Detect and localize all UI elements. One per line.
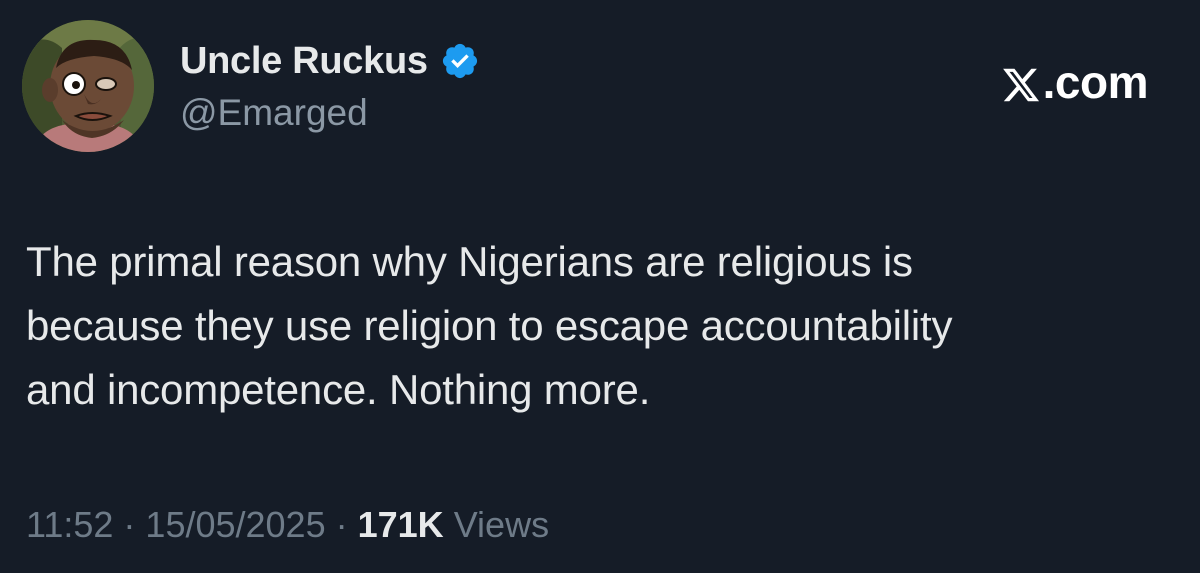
verified-badge-icon (440, 41, 480, 81)
tweet-time[interactable]: 11:52 (26, 504, 113, 545)
x-logo-icon (1001, 62, 1041, 102)
author-handle[interactable]: @Emarged (180, 92, 368, 134)
views-count: 171K (357, 504, 444, 545)
tweet-text-line: because they use religion to escape acco… (26, 302, 953, 349)
tweet-date[interactable]: 15/05/2025 (145, 504, 325, 545)
views-label: Views (453, 504, 550, 545)
brand-label: .com (1042, 56, 1149, 108)
tweet-meta: 11:52 · 15/05/2025 · 171K Views (26, 504, 549, 546)
tweet-text-line: The primal reason why Nigerians are reli… (26, 238, 913, 285)
brand-mark: .com (1001, 55, 1149, 109)
tweet-text-line: and incompetence. Nothing more. (26, 366, 651, 413)
tweet-text: The primal reason why Nigerians are reli… (26, 230, 1176, 422)
author-name-row: Uncle Ruckus (180, 38, 480, 84)
tweet-card: Uncle Ruckus @Emarged .com The primal re… (0, 0, 1200, 573)
avatar-image (22, 20, 154, 152)
meta-separator: · (325, 504, 358, 545)
meta-separator: · (113, 504, 146, 545)
author-display-name[interactable]: Uncle Ruckus (180, 40, 428, 83)
avatar[interactable] (22, 20, 154, 152)
